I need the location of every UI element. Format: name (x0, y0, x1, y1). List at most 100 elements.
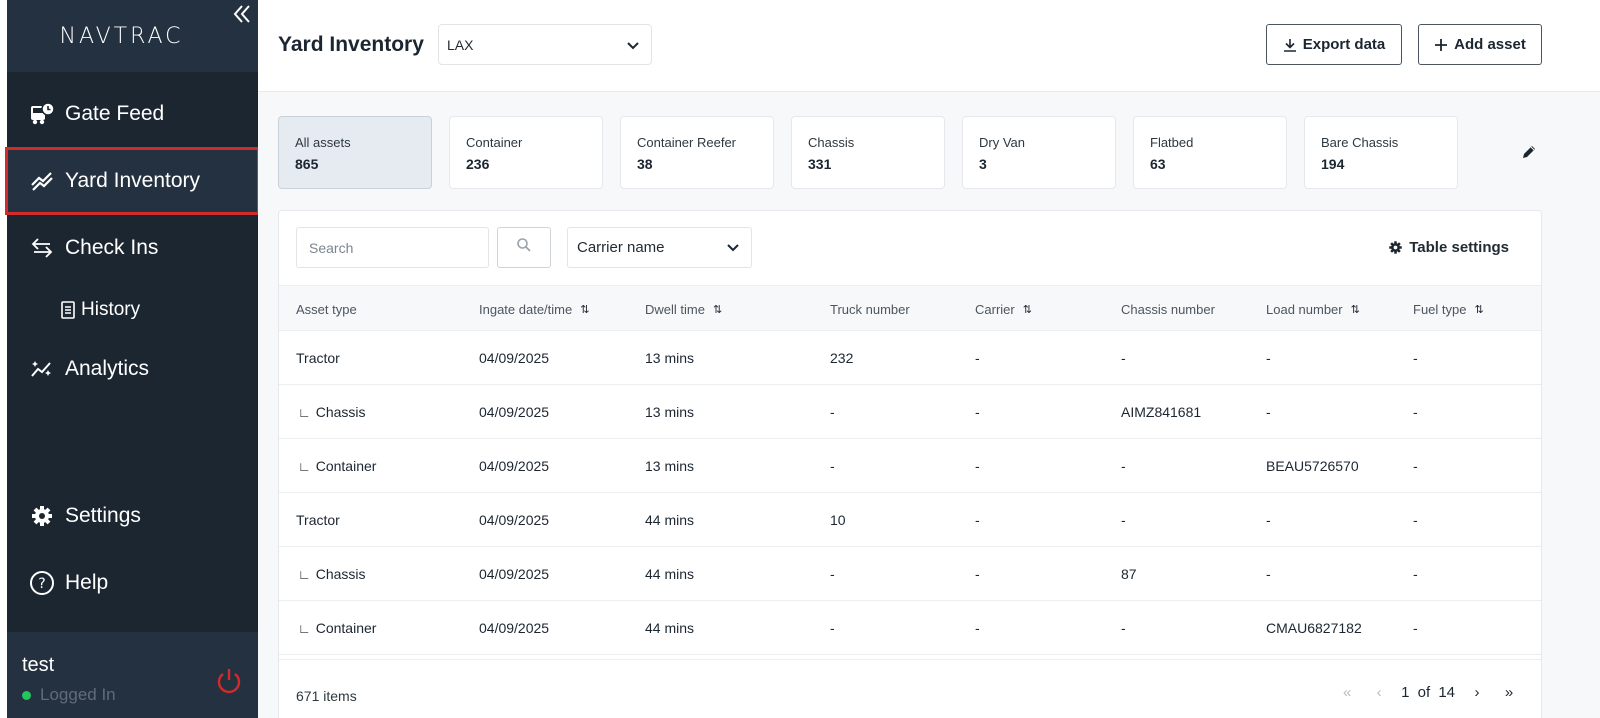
column-header-load-number[interactable]: Load number ⇅ (1266, 302, 1360, 317)
first-page-icon[interactable]: « (1331, 684, 1363, 701)
cell-truck: 10 (830, 512, 846, 528)
card-label: Chassis (808, 135, 855, 150)
next-page-icon[interactable]: › (1461, 684, 1493, 701)
table-row[interactable]: Tractor 04/09/2025 44 mins 10 - - - - (279, 493, 1541, 547)
cell-ingate: 04/09/2025 (479, 458, 550, 474)
export-data-button[interactable]: Export data (1266, 24, 1402, 65)
table-row[interactable]: ∟ Container 04/09/2025 13 mins - - - BEAU572657… (279, 439, 1541, 493)
sidebar-item-help[interactable]: ? Help (7, 551, 258, 615)
card-label: Container (466, 135, 523, 150)
card-chassis[interactable]: Chassis 331 (791, 116, 945, 189)
cell-load: - (1266, 350, 1271, 366)
cell-dwell: 13 mins (645, 458, 695, 474)
sidebar-item-gate-feed[interactable]: Gate Feed (7, 82, 258, 146)
sidebar-item-analytics[interactable]: Analytics (7, 337, 258, 401)
main-content: Yard Inventory LAX Export data Add asset (258, 0, 1600, 718)
sidebar-item-label: History (81, 299, 141, 320)
location-select[interactable]: LAX (438, 24, 652, 65)
column-header-ingate[interactable]: Ingate date/time ⇅ (479, 302, 589, 317)
user-panel: test Logged In (7, 632, 258, 718)
column-header-carrier[interactable]: Carrier ⇅ (975, 302, 1032, 317)
app: NAVTRAC Gate Feed Yard Inventory Check I… (0, 0, 1600, 718)
main-nav: Gate Feed Yard Inventory Check Ins Histo… (5, 82, 260, 404)
card-container[interactable]: Container 236 (449, 116, 603, 189)
table-row[interactable]: ∟ Chassis 04/09/2025 44 mins - - 87 - - (279, 547, 1541, 601)
cell-text: Container (315, 620, 377, 636)
sort-icon[interactable]: ⇅ (713, 303, 722, 316)
sort-icon[interactable]: ⇅ (580, 303, 589, 316)
table-row[interactable]: ∟ Chassis 04/09/2025 13 mins - - AIMZ841681 - - (279, 385, 1541, 439)
cell-truck: - (830, 620, 835, 636)
cell-fuel: - (1413, 404, 1418, 420)
cell-asset: Tractor (296, 350, 340, 366)
inventory-table-panel: Carrier name Table settings Asset type I… (278, 210, 1542, 718)
prev-page-icon[interactable]: ‹ (1363, 684, 1395, 701)
table-footer: 671 items « ‹ 1 of 14 › » (279, 659, 1541, 718)
cell-fuel: - (1413, 620, 1418, 636)
cell-carrier: - (975, 566, 980, 582)
card-count: 38 (637, 156, 653, 172)
pagination: « ‹ 1 of 14 › » (1331, 684, 1525, 701)
sidebar-bottom-nav: Settings ? Help (7, 484, 258, 618)
search-input[interactable] (296, 227, 489, 268)
search-button[interactable] (497, 227, 551, 268)
card-flatbed[interactable]: Flatbed 63 (1133, 116, 1287, 189)
cell-chassis: 87 (1121, 566, 1137, 582)
carrier-name-select[interactable]: Carrier name (567, 227, 752, 268)
add-asset-button[interactable]: Add asset (1418, 24, 1542, 65)
cell-ingate: 04/09/2025 (479, 512, 550, 528)
sidebar-item-check-ins[interactable]: Check Ins (7, 216, 258, 280)
items-count: 671 items (296, 688, 357, 704)
sort-icon[interactable]: ⇅ (1474, 303, 1483, 316)
pencil-icon[interactable] (1520, 143, 1538, 161)
download-icon (1283, 38, 1297, 52)
cell-ingate: 04/09/2025 (479, 566, 550, 582)
svg-text:?: ? (38, 576, 45, 592)
current-page: 1 (1401, 684, 1410, 701)
cell-dwell: 44 mins (645, 512, 695, 528)
cell-load: - (1266, 512, 1271, 528)
cell-chassis: AIMZ841681 (1121, 404, 1202, 420)
card-count: 63 (1150, 156, 1166, 172)
sidebar-item-settings[interactable]: Settings (7, 484, 258, 548)
power-icon[interactable] (214, 666, 244, 696)
last-page-icon[interactable]: » (1493, 684, 1525, 701)
sort-icon[interactable]: ⇅ (1351, 303, 1360, 316)
card-count: 865 (295, 156, 319, 172)
table-row[interactable]: ∟ Container 04/09/2025 44 mins - - - CMAU682718… (279, 601, 1541, 655)
user-status-text: Logged In (40, 685, 116, 704)
total-pages: 14 (1438, 684, 1455, 701)
carrier-select-label: Carrier name (577, 239, 665, 256)
column-header-fuel-type[interactable]: Fuel type ⇅ (1413, 302, 1484, 317)
cell-asset: ∟ Chassis (298, 404, 366, 420)
table-settings-button[interactable]: Table settings (1388, 239, 1509, 256)
cell-asset: Tractor (296, 512, 340, 528)
sidebar-item-history[interactable]: History (7, 283, 258, 337)
table-row[interactable]: Tractor 04/09/2025 13 mins 232 - - - - (279, 331, 1541, 385)
child-indent-icon: ∟ (298, 621, 311, 636)
cell-ingate: 04/09/2025 (479, 404, 550, 420)
add-asset-label: Add asset (1454, 36, 1526, 53)
card-container-reefer[interactable]: Container Reefer 38 (620, 116, 774, 189)
gear-icon (1388, 240, 1403, 255)
cell-truck: - (830, 458, 835, 474)
card-dry-van[interactable]: Dry Van 3 (962, 116, 1116, 189)
card-label: Bare Chassis (1321, 135, 1399, 150)
cell-chassis: - (1121, 350, 1126, 366)
page-header: Yard Inventory LAX Export data Add asset (258, 0, 1600, 92)
collapse-sidebar-icon[interactable] (230, 2, 254, 26)
sidebar-item-yard-inventory[interactable]: Yard Inventory (5, 147, 260, 215)
card-count: 236 (466, 156, 490, 172)
card-label: All assets (295, 135, 351, 150)
cell-dwell: 44 mins (645, 566, 695, 582)
help-circle-icon: ? (29, 570, 55, 596)
card-bare-chassis[interactable]: Bare Chassis 194 (1304, 116, 1458, 189)
column-label: Truck number (830, 302, 910, 317)
child-indent-icon: ∟ (298, 567, 311, 582)
sort-icon[interactable]: ⇅ (1023, 303, 1032, 316)
page-info: 1 of 14 (1401, 684, 1455, 701)
cell-truck: - (830, 566, 835, 582)
column-header-dwell-time[interactable]: Dwell time ⇅ (645, 302, 722, 317)
card-all-assets[interactable]: All assets 865 (278, 116, 432, 189)
cell-dwell: 44 mins (645, 620, 695, 636)
